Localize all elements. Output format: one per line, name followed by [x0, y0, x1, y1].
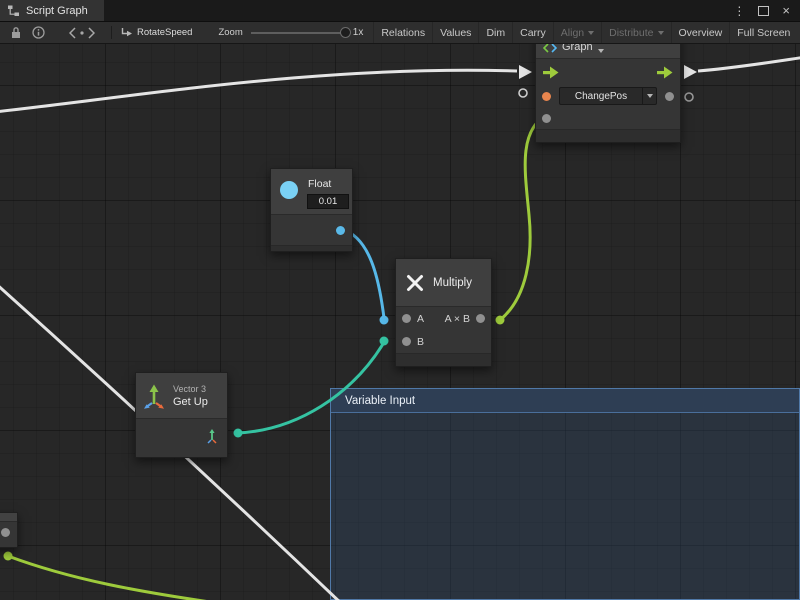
vector3-output-port-icon[interactable] [205, 428, 219, 445]
changepos-dropdown[interactable]: ChangePos [559, 87, 657, 105]
variable-input-panel: Variable Input [330, 388, 800, 600]
toolbar-buttons: Relations Values Dim Carry Align Distrib… [373, 22, 797, 43]
float-value-input[interactable] [307, 194, 349, 209]
float-node[interactable]: Float [270, 168, 353, 252]
chevron-down-icon [647, 94, 653, 98]
multiply-footer [396, 353, 491, 366]
input-port-b[interactable] [402, 337, 411, 346]
toolbar-button-overview[interactable]: Overview [671, 22, 730, 43]
vector3-header[interactable]: Vector 3 Get Up [136, 373, 227, 419]
vector3-header-text: Vector 3 Get Up [173, 384, 208, 408]
multiply-row-a: A A × B [396, 307, 491, 330]
vector3-icon [142, 383, 166, 409]
toolbar-button-full-screen[interactable]: Full Screen [729, 22, 797, 43]
zoom-value: 1x [353, 27, 364, 38]
button-label: Dim [486, 27, 505, 39]
float-title: Float [308, 178, 331, 190]
zoom-slider[interactable] [251, 32, 347, 34]
graph-pointer-icon [121, 22, 133, 44]
script-graph-icon [7, 5, 20, 17]
button-label: Carry [520, 27, 546, 39]
tab-title: Script Graph [26, 5, 88, 17]
chevron-down-icon [598, 49, 604, 53]
multiply-header[interactable]: Multiply [396, 259, 491, 307]
script-graph-window: Variable Input Graph [0, 0, 800, 600]
zoom-slider-handle[interactable] [340, 27, 351, 38]
button-label: Full Screen [737, 27, 790, 39]
toolbar-button-align[interactable]: Align [553, 22, 601, 43]
jump-to-code-icon[interactable] [62, 22, 102, 44]
window-close-icon[interactable]: × [782, 4, 790, 17]
flow-in-port-icon[interactable] [543, 66, 559, 79]
variable-input-header[interactable]: Variable Input [331, 389, 799, 413]
info-icon-glyph [32, 26, 45, 39]
graph-name-label: RotateSpeed [137, 27, 192, 38]
toolbar-button-distribute[interactable]: Distribute [601, 22, 670, 43]
button-label: Overview [679, 27, 723, 39]
output-port-result[interactable] [476, 314, 485, 323]
multiply-title: Multiply [433, 277, 472, 289]
lock-icon[interactable] [6, 22, 26, 44]
input-port-a[interactable] [402, 314, 411, 323]
float-output-port[interactable] [336, 226, 345, 235]
toolbar-button-relations[interactable]: Relations [373, 22, 432, 43]
multiply-icon [405, 273, 425, 293]
button-label: Relations [381, 27, 425, 39]
dropdown-caret-box [642, 88, 656, 104]
label-a: A [417, 313, 424, 325]
window-controls: ⋮ × [733, 4, 800, 17]
label-a-times-b: A × B [445, 313, 470, 325]
window-restore-icon[interactable] [758, 6, 769, 16]
toolbar-button-carry[interactable]: Carry [512, 22, 553, 43]
multiply-row-b: B [396, 330, 491, 353]
flow-out-port-icon[interactable] [657, 66, 673, 79]
jump-to-code-glyph [69, 27, 95, 39]
variable-input-title: Variable Input [345, 395, 415, 407]
offscreen-node-header [0, 513, 17, 522]
vector3-title: Get Up [173, 396, 208, 408]
changepos-input-port[interactable] [542, 92, 551, 101]
zoom-label: Zoom [218, 27, 242, 38]
tab-script-graph[interactable]: Script Graph [0, 0, 104, 21]
graph-extra-row [536, 107, 680, 129]
offscreen-node-port[interactable] [1, 528, 10, 537]
vector3-get-up-node[interactable]: Vector 3 Get Up [135, 372, 228, 458]
window-menu-icon[interactable]: ⋮ [733, 5, 745, 17]
float-footer [271, 245, 352, 251]
chevron-down-icon [588, 31, 594, 35]
float-body [271, 215, 352, 245]
button-label: Align [561, 27, 584, 39]
float-header[interactable]: Float [271, 169, 352, 215]
graph-flow-row [536, 59, 680, 85]
toolbar-button-values[interactable]: Values [432, 22, 478, 43]
button-label: Distribute [609, 27, 653, 39]
info-icon[interactable] [26, 22, 50, 44]
vector3-body [136, 419, 227, 457]
vector3-type-label: Vector 3 [173, 384, 208, 394]
graph-unit-footer [536, 129, 680, 142]
graph-unit-node[interactable]: Graph ChangePos [535, 30, 681, 143]
tab-bar: Script Graph ⋮ × [0, 0, 800, 22]
graph-extra-input-port[interactable] [542, 114, 551, 123]
chevron-down-icon [658, 31, 664, 35]
changepos-row: ChangePos [536, 85, 680, 107]
toolbar-button-dim[interactable]: Dim [478, 22, 512, 43]
graph-pointer-glyph [121, 27, 133, 38]
changepos-output-port[interactable] [665, 92, 674, 101]
graph-toolbar: RotateSpeed Zoom 1x Relations Values Dim… [0, 22, 800, 44]
lock-icon-glyph [10, 26, 22, 39]
float-icon [280, 181, 298, 199]
toolbar-separator [111, 26, 112, 39]
changepos-dropdown-value: ChangePos [560, 91, 642, 102]
label-b: B [417, 336, 424, 348]
graph-unit-icon [543, 43, 557, 53]
multiply-node[interactable]: Multiply A A × B B [395, 258, 492, 367]
offscreen-node-fragment[interactable] [0, 512, 18, 548]
button-label: Values [440, 27, 471, 39]
